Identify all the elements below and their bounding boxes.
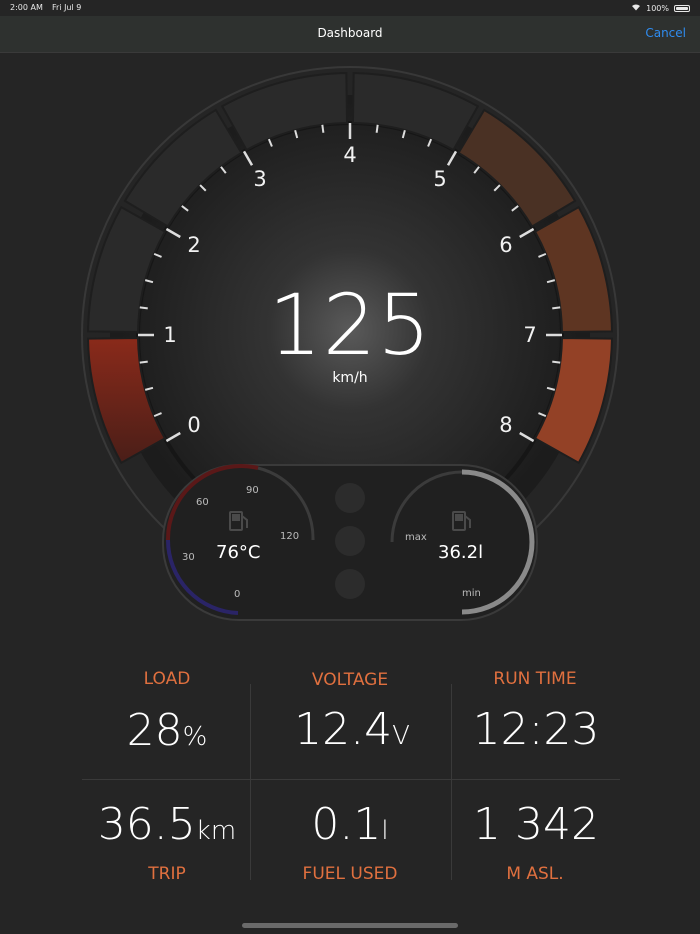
temp-scale-60: 60 [196, 497, 209, 508]
temperature-value: 76°C [216, 542, 261, 563]
fuel-value: 36.2l [438, 542, 484, 563]
navigation-bar: Dashboard Cancel [0, 16, 700, 53]
speedometer-gauge: 012345678 125 km/h [0, 52, 700, 632]
temp-scale-90: 90 [246, 485, 259, 496]
run-time-value: 12:23 [472, 704, 600, 755]
temp-scale-120: 120 [280, 531, 300, 542]
speed-unit: km/h [332, 370, 368, 386]
gauge-tick-label: 8 [499, 413, 512, 437]
load-number: 28 [126, 705, 183, 756]
status-right: 100% [631, 3, 690, 13]
temp-scale-0: 0 [234, 589, 241, 600]
gauge-tick-label: 6 [499, 233, 512, 257]
gauge-minor-tick [321, 124, 325, 133]
page-title: Dashboard [317, 26, 383, 40]
status-time: 2:00 AM [10, 3, 43, 12]
load-label: LOAD [143, 669, 191, 689]
indicator-light-2 [335, 526, 365, 556]
altitude-value: 1 342 [473, 799, 599, 850]
indicator-light-3 [335, 569, 365, 599]
trip-label: TRIP [148, 864, 186, 884]
fuel-used-number: 0.1 [311, 799, 382, 850]
trip-number: 36.5 [97, 799, 196, 850]
trip-unit: km [195, 816, 237, 846]
run-time-label: RUN TIME [493, 669, 577, 689]
trip-value: 36.5km [67, 800, 267, 856]
gauge-tick-label: 3 [253, 167, 266, 191]
voltage-number: 12.4 [294, 704, 393, 755]
cancel-button[interactable]: Cancel [645, 26, 686, 40]
indicator-light-1 [335, 483, 365, 513]
fuel-used-value: 0.1l [250, 800, 450, 856]
fuel-used-label: FUEL USED [302, 864, 398, 884]
fuel-min-label: min [462, 588, 481, 599]
altitude-label: M ASL. [506, 864, 564, 884]
fuel-max-label: max [405, 532, 427, 543]
gauge-tick-label: 0 [187, 413, 200, 437]
gauge-tick-label: 2 [187, 233, 200, 257]
voltage-unit: V [392, 721, 410, 751]
home-indicator[interactable] [242, 923, 458, 928]
voltage-label: VOLTAGE [311, 670, 389, 690]
battery-icon [674, 4, 690, 12]
gauge-tick-label: 4 [343, 143, 356, 167]
load-unit: % [182, 722, 208, 752]
status-date: Fri Jul 9 [52, 3, 82, 12]
battery-percent: 100% [646, 3, 669, 13]
status-bar: 2:00 AM Fri Jul 9 100% [0, 0, 700, 16]
stats-divider-middle [82, 779, 620, 780]
gauge-tick-label: 5 [433, 167, 446, 191]
load-value: 28% [67, 706, 267, 762]
temp-scale-30: 30 [182, 552, 195, 563]
wifi-icon [631, 3, 641, 13]
gauge-minor-tick [375, 124, 379, 133]
fuel-used-unit: l [381, 816, 389, 846]
voltage-value: 12.4V [252, 705, 452, 761]
speed-value: 125 [268, 276, 432, 374]
